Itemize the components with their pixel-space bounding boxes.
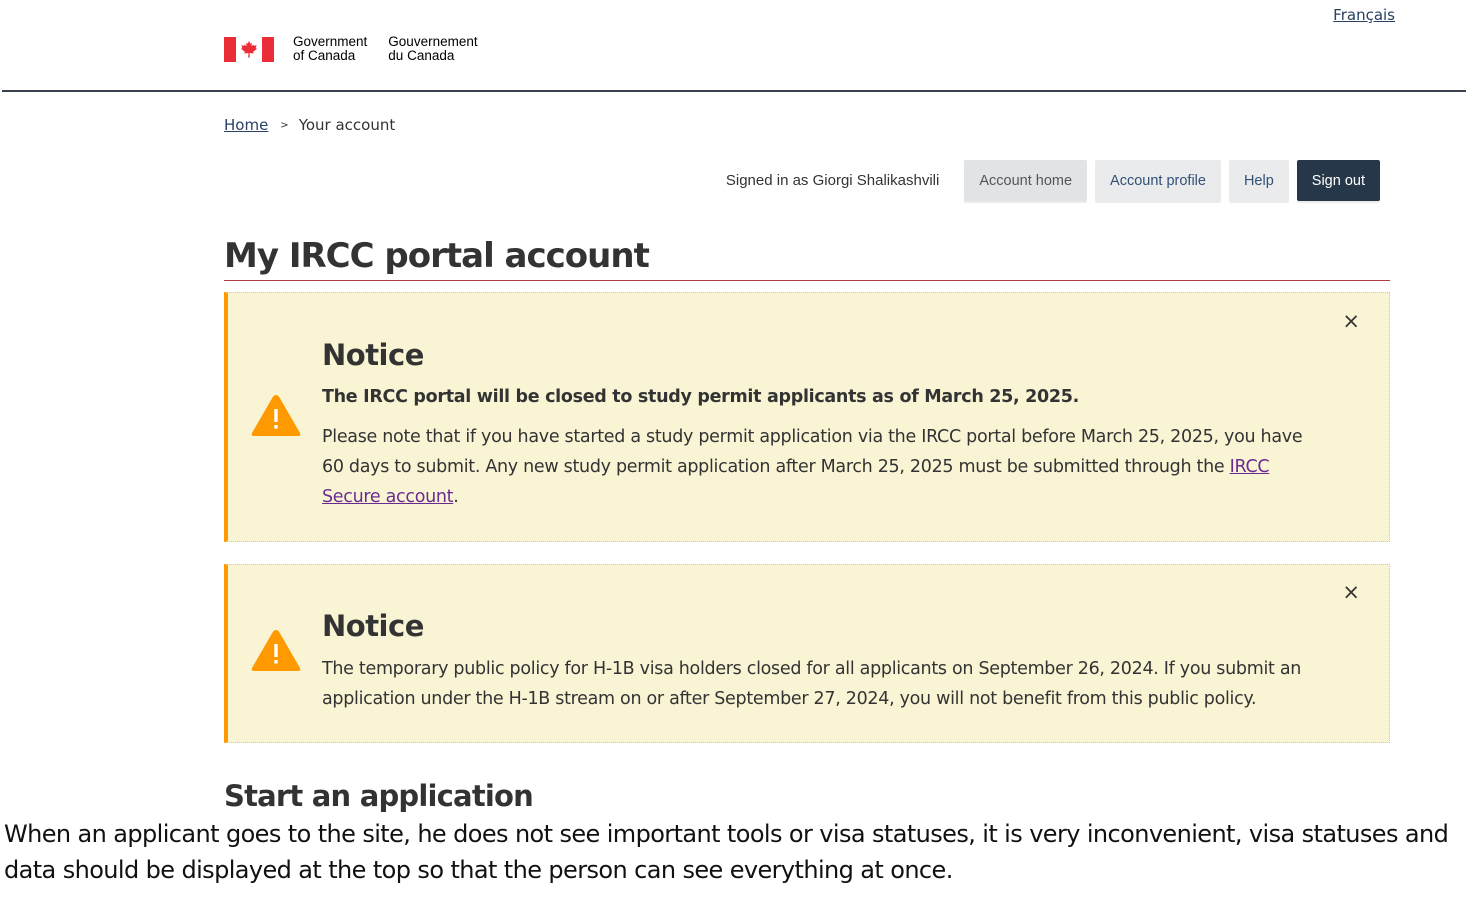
breadcrumb: Home > Your account: [224, 116, 395, 134]
annotation-text: When an applicant goes to the site, he d…: [4, 820, 1449, 884]
notice-title: Notice: [322, 338, 424, 372]
signed-in-text: Signed in as Giorgi Shalikashvili: [725, 172, 940, 189]
account-toolbar: Signed in as Giorgi Shalikashvili Accoun…: [726, 160, 1380, 201]
account-profile-button[interactable]: Account profile: [1095, 160, 1221, 201]
breadcrumb-home-link[interactable]: Home: [224, 116, 268, 134]
page-title: My IRCC portal account: [224, 236, 650, 276]
fip-english-line2: of Canada: [293, 48, 356, 63]
notice-lead: The IRCC portal will be closed to study …: [322, 387, 1080, 407]
fip-french: Gouvernement du Canada: [388, 35, 477, 63]
fip-english-line1: Government: [293, 34, 368, 49]
notice-alert-study-permit: × Notice The IRCC portal will be closed …: [224, 292, 1390, 542]
government-of-canada-signature[interactable]: Government of Canada Gouvernement du Can…: [224, 35, 478, 63]
title-divider: [224, 280, 1390, 281]
header-divider: [2, 90, 1466, 92]
help-button[interactable]: Help: [1228, 160, 1289, 201]
close-icon[interactable]: ×: [1342, 580, 1360, 604]
maple-leaf-icon: [241, 41, 257, 58]
flag-left-bar: [224, 37, 236, 62]
warning-triangle-icon: [251, 395, 301, 436]
notice-body-end: .: [453, 487, 459, 507]
fip-english: Government of Canada: [293, 35, 367, 63]
breadcrumb-current: Your account: [298, 116, 396, 134]
notice-body: Please note that if you have started a s…: [322, 422, 1322, 512]
start-application-heading: Start an application: [224, 779, 534, 813]
sign-out-button[interactable]: Sign out: [1296, 160, 1380, 201]
notice-body: The temporary public policy for H-1B vis…: [322, 659, 1302, 709]
warning-triangle-icon: [251, 630, 301, 671]
language-toggle-link[interactable]: Français: [1333, 6, 1395, 24]
canada-flag: [224, 37, 274, 62]
notice-alert-h1b: × Notice The temporary public policy for…: [224, 564, 1390, 743]
flag-right-bar: [262, 37, 274, 62]
breadcrumb-separator: >: [280, 119, 289, 131]
close-icon[interactable]: ×: [1342, 309, 1360, 333]
fip-french-line2: du Canada: [388, 48, 455, 63]
notice-title: Notice: [322, 609, 424, 643]
fip-french-line1: Gouvernement: [388, 34, 478, 49]
notice-body-text: Please note that if you have started a s…: [322, 427, 1303, 477]
account-home-button[interactable]: Account home: [964, 160, 1088, 201]
